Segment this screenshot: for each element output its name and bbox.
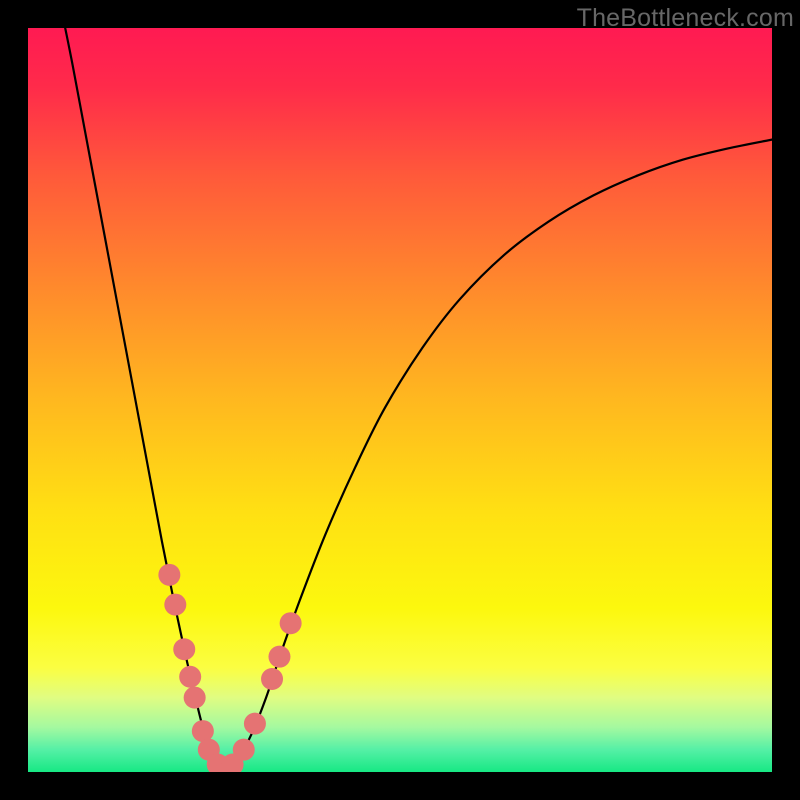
chart-frame: TheBottleneck.com — [0, 0, 800, 800]
watermark-text: TheBottleneck.com — [577, 4, 794, 33]
plot-area — [28, 28, 772, 772]
marker-dot — [164, 594, 186, 616]
marker-dot — [233, 739, 255, 761]
marker-dot — [268, 646, 290, 668]
chart-background — [28, 28, 772, 772]
marker-dot — [192, 720, 214, 742]
marker-dot — [173, 638, 195, 660]
marker-dot — [179, 666, 201, 688]
chart-svg — [28, 28, 772, 772]
marker-dot — [244, 713, 266, 735]
marker-dot — [158, 564, 180, 586]
marker-dot — [280, 612, 302, 634]
marker-dot — [184, 687, 206, 709]
marker-dot — [261, 668, 283, 690]
